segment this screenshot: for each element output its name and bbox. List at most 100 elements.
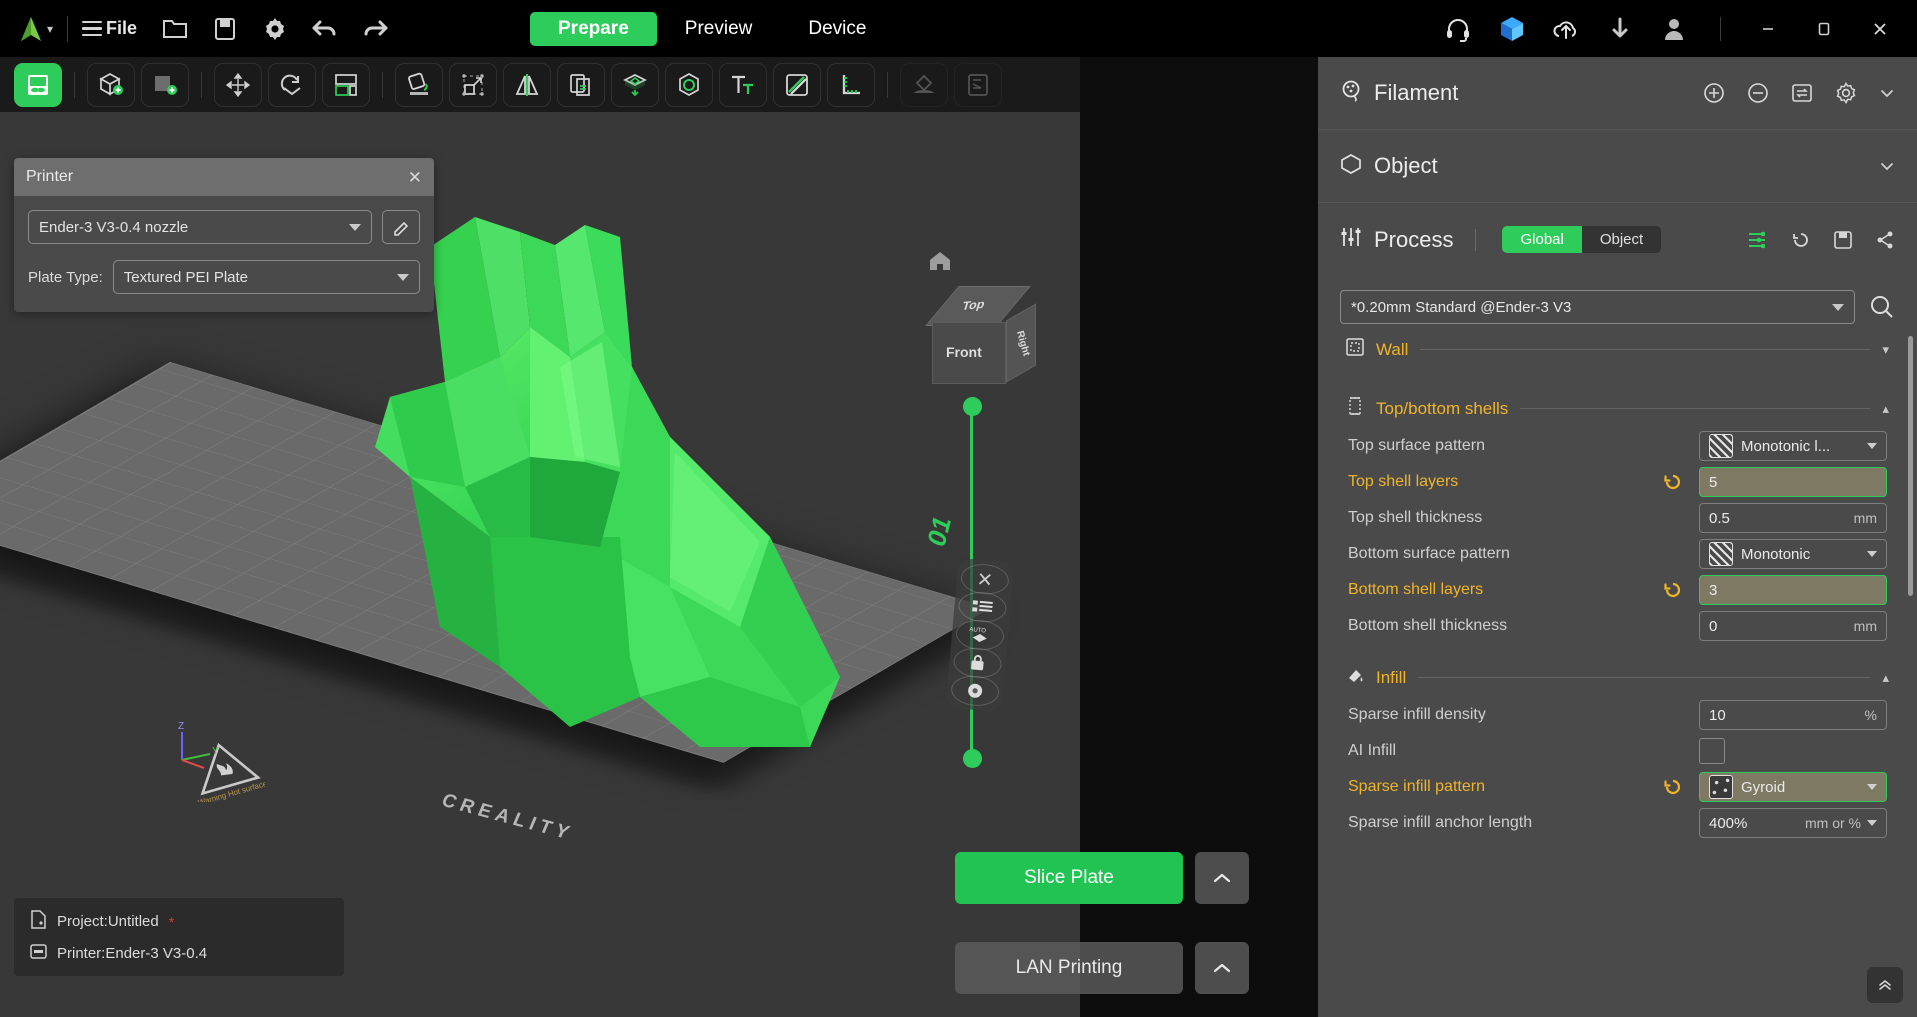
brim-tool[interactable] <box>900 63 948 107</box>
close-icon[interactable] <box>1865 14 1895 44</box>
settings-scrollbar-thumb[interactable] <box>1908 336 1913 596</box>
reset-icon[interactable] <box>1661 472 1685 492</box>
collapse-chevron-icon[interactable] <box>1879 160 1895 172</box>
printer-panel: Printer ✕ Ender-3 V3-0.4 nozzle Plate Ty… <box>14 158 434 312</box>
scope-global-button[interactable]: Global <box>1502 226 1581 253</box>
tab-prepare[interactable]: Prepare <box>530 12 657 46</box>
sparse-infill-density-input[interactable]: 10 % <box>1699 700 1887 730</box>
lock-icon[interactable] <box>952 646 1002 680</box>
top-surface-pattern-select[interactable]: Monotonic l... <box>1699 431 1887 461</box>
undo-icon[interactable] <box>311 15 339 43</box>
auto-arrange-tool[interactable] <box>449 63 497 107</box>
settings-scrollbar[interactable] <box>1908 336 1913 896</box>
collapse-chevron-icon[interactable] <box>1879 87 1895 99</box>
settings-icon[interactable] <box>950 674 1000 708</box>
mirror-tool[interactable] <box>503 63 551 107</box>
layer-slider-top-handle[interactable] <box>963 397 982 416</box>
gear-icon[interactable] <box>261 15 289 43</box>
rotate-tool[interactable] <box>268 63 316 107</box>
bottom-shell-layers-input[interactable]: 3 <box>1699 575 1887 605</box>
top-shell-layers-input[interactable]: 5 <box>1699 467 1887 497</box>
tab-preview[interactable]: Preview <box>657 12 781 46</box>
top-shell-thickness-input[interactable]: 0.5 mm <box>1699 503 1887 533</box>
account-icon[interactable] <box>1660 15 1688 43</box>
setting-label: Bottom surface pattern <box>1348 545 1651 563</box>
view-cube[interactable]: Top Front Right <box>930 282 1040 392</box>
chevron-up-icon <box>1213 962 1231 974</box>
maximize-icon[interactable] <box>1809 14 1839 44</box>
chevron-up-icon[interactable]: ▴ <box>1882 401 1889 417</box>
add-plate-tool[interactable] <box>141 63 189 107</box>
open-folder-icon[interactable] <box>161 15 189 43</box>
copy-tool[interactable] <box>557 63 605 107</box>
pencil-icon[interactable] <box>382 210 420 244</box>
project-modified-mark: * <box>169 914 174 930</box>
lay-on-face-tool[interactable] <box>395 63 443 107</box>
cloud-model-icon[interactable] <box>1498 15 1526 43</box>
process-preset-select[interactable]: *0.20mm Standard @Ender-3 V3 <box>1340 290 1855 324</box>
group-top-bottom-shells[interactable]: Top/bottom shells ▴ <box>1318 369 1917 428</box>
chevron-down-icon[interactable]: ▾ <box>1882 342 1889 358</box>
collapse-panel-button[interactable] <box>1867 967 1903 1003</box>
setting-value: 10 <box>1709 707 1726 724</box>
close-icon[interactable]: ✕ <box>408 169 422 186</box>
slice-more-button[interactable] <box>1195 852 1249 904</box>
group-wall[interactable]: Wall ▾ <box>1318 322 1917 369</box>
print-more-button[interactable] <box>1195 942 1249 994</box>
reset-icon[interactable] <box>1661 580 1685 600</box>
ai-infill-checkbox[interactable] <box>1699 738 1725 764</box>
filament-settings-icon[interactable] <box>1835 82 1857 104</box>
reset-icon[interactable] <box>1661 777 1685 797</box>
printer-select[interactable]: Ender-3 V3-0.4 nozzle <box>28 210 372 244</box>
simplify-tool[interactable] <box>954 63 1002 107</box>
chevron-down-icon[interactable] <box>1867 820 1877 826</box>
bottom-shell-thickness-input[interactable]: 0 mm <box>1699 611 1887 641</box>
measure-tool[interactable] <box>827 63 875 107</box>
bottom-surface-pattern-select[interactable]: Monotonic <box>1699 539 1887 569</box>
lan-printing-button[interactable]: LAN Printing <box>955 942 1183 994</box>
process-settings-list[interactable]: Wall ▾ Top/bottom shells ▴ Top surface p… <box>1318 322 1917 940</box>
compare-icon[interactable] <box>1747 231 1769 249</box>
redo-icon[interactable] <box>361 15 389 43</box>
setting-unit: % <box>1865 707 1877 723</box>
group-infill[interactable]: Infill ▴ <box>1318 644 1917 697</box>
share-icon[interactable] <box>1875 230 1895 250</box>
setting-label: Top shell thickness <box>1348 509 1651 527</box>
save-icon[interactable] <box>211 15 239 43</box>
remove-filament-icon[interactable] <box>1747 82 1769 104</box>
cut-tool[interactable] <box>611 63 659 107</box>
arrange-plate-tool[interactable] <box>14 63 62 107</box>
scale-tool[interactable] <box>322 63 370 107</box>
delete-icon[interactable] <box>960 562 1010 596</box>
auto-orient-icon[interactable]: AUTO <box>955 618 1005 652</box>
home-icon[interactable] <box>928 250 952 277</box>
seam-paint-tool[interactable] <box>773 63 821 107</box>
reset-icon[interactable] <box>1791 230 1811 250</box>
layer-slider-bottom-handle[interactable] <box>963 749 982 768</box>
add-object-tool[interactable] <box>87 63 135 107</box>
minimize-icon[interactable] <box>1753 14 1783 44</box>
add-filament-icon[interactable] <box>1703 82 1725 104</box>
pattern-swatch-icon <box>1709 775 1733 799</box>
chevron-up-icon[interactable]: ▴ <box>1882 670 1889 686</box>
support-paint-tool[interactable] <box>665 63 713 107</box>
app-logo[interactable]: ▾ <box>18 15 53 43</box>
headset-icon[interactable] <box>1444 15 1472 43</box>
slice-plate-button[interactable]: Slice Plate <box>955 852 1183 904</box>
plate-type-select[interactable]: Textured PEI Plate <box>113 260 420 294</box>
tab-device[interactable]: Device <box>780 12 894 46</box>
filament-actions <box>1703 82 1895 104</box>
upload-cloud-icon[interactable] <box>1552 15 1580 43</box>
dragon-model[interactable] <box>370 207 890 807</box>
sparse-infill-anchor-length-input[interactable]: 400% mm or % <box>1699 808 1887 838</box>
object-list-icon[interactable] <box>957 590 1007 624</box>
scope-object-button[interactable]: Object <box>1582 226 1661 253</box>
search-icon[interactable] <box>1869 294 1895 320</box>
sync-filament-icon[interactable] <box>1791 82 1813 104</box>
text-tool[interactable] <box>719 63 767 107</box>
sparse-infill-pattern-select[interactable]: Gyroid <box>1699 772 1887 802</box>
move-tool[interactable] <box>214 63 262 107</box>
download-icon[interactable] <box>1606 15 1634 43</box>
file-menu-button[interactable]: File <box>82 18 137 39</box>
save-icon[interactable] <box>1833 230 1853 250</box>
